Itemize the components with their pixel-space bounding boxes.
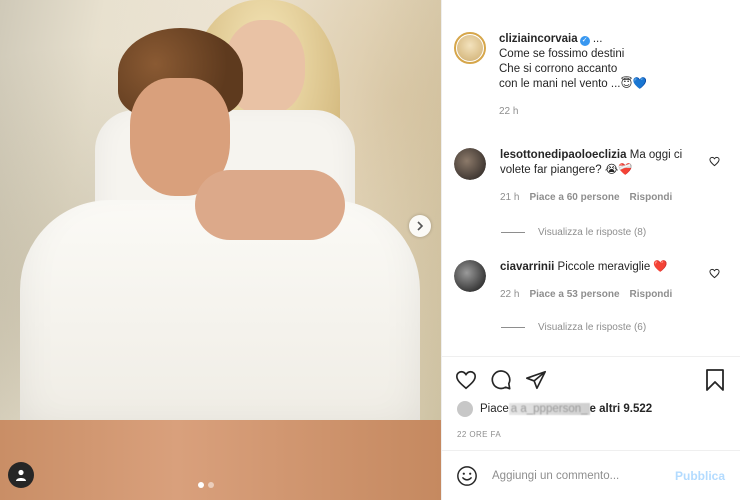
add-comment-bar: Pubblica (442, 450, 740, 500)
verified-badge-icon: ✓ (579, 36, 590, 46)
caption-more: ... (592, 33, 603, 45)
comment-avatar[interactable] (454, 148, 486, 180)
emoji-icon[interactable] (456, 465, 478, 487)
likes-blurred-user: a a_ppperson_ (508, 403, 590, 415)
liker-avatar (457, 401, 473, 417)
comment-avatar[interactable] (454, 260, 486, 292)
likes-prefix: Piace (480, 403, 509, 415)
view-replies-label: Visualizza le risposte (6) (538, 322, 647, 333)
comment-likes[interactable]: Piace a 60 persone (529, 190, 619, 205)
caption-line: Come se fossimo destini (499, 48, 625, 60)
user-tag-icon (16, 469, 26, 481)
post-sidebar: cliziaincorvaia ✓ ... Come se fossimo des… (441, 0, 740, 500)
carousel-dot-active (198, 482, 204, 488)
carousel-dot (208, 482, 214, 488)
likes-count: e altri 9.522 (589, 403, 653, 415)
comment-like-heart-icon[interactable] (709, 156, 720, 167)
next-photo-button[interactable] (409, 215, 431, 237)
comment-like-heart-icon[interactable] (709, 268, 720, 279)
caption-line: con le mani nel vento ...😇💙 (499, 78, 647, 90)
comment-time[interactable]: 22 h (500, 287, 519, 302)
comment-text: Piccole meraviglie ❤️ (557, 261, 668, 273)
author-avatar[interactable] (454, 32, 486, 64)
publish-button[interactable]: Pubblica (675, 469, 725, 483)
caption-line: Che si corrono accanto (499, 63, 618, 75)
tagged-users-button[interactable] (8, 462, 34, 488)
replies-divider (501, 327, 525, 328)
carousel-dots (198, 482, 214, 488)
comment-likes[interactable]: Piace a 53 persone (529, 287, 619, 302)
share-icon[interactable] (525, 369, 547, 391)
view-replies-button[interactable]: Visualizza le risposte (6) (501, 322, 646, 333)
chevron-right-icon (417, 221, 424, 231)
post-timestamp[interactable]: 22 ORE FA (457, 430, 501, 439)
heart-icon[interactable] (455, 369, 477, 391)
view-replies-label: Visualizza le risposte (8) (538, 227, 647, 238)
photo-legs (0, 420, 441, 500)
comment-username[interactable]: lesottonedipaoloeclizia (500, 149, 627, 161)
bookmark-icon[interactable] (705, 369, 725, 391)
comment-time[interactable]: 21 h (500, 190, 519, 205)
caption-time[interactable]: 22 h (499, 104, 647, 119)
post-actions (442, 356, 740, 400)
replies-divider (501, 232, 525, 233)
reply-button[interactable]: Rispondi (630, 287, 673, 302)
comment-item: ciavarrinii Piccole meraviglie ❤️ 22 h P… (454, 260, 734, 302)
comment-input[interactable] (492, 469, 682, 482)
comment-username[interactable]: ciavarrinii (500, 261, 554, 273)
post-photo[interactable] (0, 0, 441, 500)
likes-summary[interactable]: Piace a a_ppperson_ e altri 9.522 (457, 401, 652, 417)
post-caption: cliziaincorvaia ✓ ... Come se fossimo des… (454, 32, 734, 119)
comment-item: lesottonedipaoloeclizia Ma oggi ci volet… (454, 148, 734, 205)
author-username[interactable]: cliziaincorvaia (499, 33, 578, 45)
photo-hands (195, 170, 345, 240)
reply-button[interactable]: Rispondi (630, 190, 673, 205)
comment-icon[interactable] (490, 369, 512, 391)
view-replies-button[interactable]: Visualizza le risposte (8) (501, 227, 646, 238)
